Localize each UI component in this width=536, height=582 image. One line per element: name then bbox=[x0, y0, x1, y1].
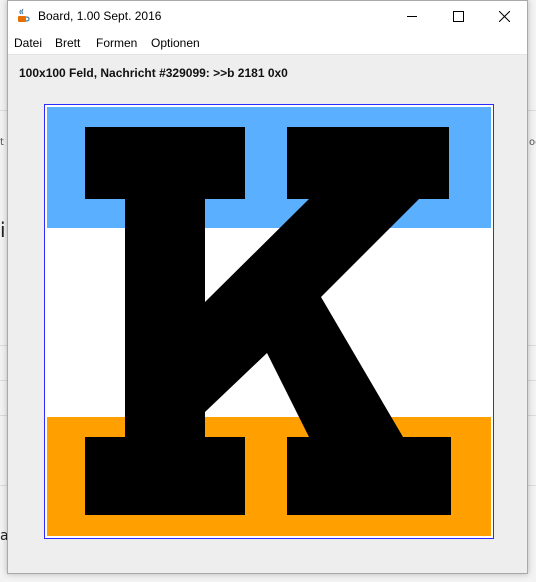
java-cup-icon bbox=[15, 8, 31, 24]
window-title: Board, 1.00 Sept. 2016 bbox=[38, 9, 162, 23]
board-canvas[interactable] bbox=[44, 104, 494, 539]
menu-datei[interactable]: Datei bbox=[14, 36, 42, 50]
minimize-icon bbox=[406, 7, 418, 26]
minimize-button[interactable] bbox=[389, 1, 435, 32]
status-message: 100x100 Feld, Nachricht #329099: >>b 218… bbox=[19, 66, 288, 80]
close-icon bbox=[498, 7, 510, 26]
maximize-button[interactable] bbox=[435, 1, 481, 32]
bg-fragment: t bbox=[0, 137, 4, 148]
title-bar[interactable]: Board, 1.00 Sept. 2016 bbox=[8, 1, 527, 32]
menu-bar: Datei Brett Formen Optionen bbox=[8, 32, 527, 55]
menu-formen[interactable]: Formen bbox=[96, 36, 137, 50]
menu-optionen[interactable]: Optionen bbox=[151, 36, 200, 50]
close-button[interactable] bbox=[481, 1, 527, 32]
board-drawing bbox=[47, 107, 491, 536]
bg-fragment: oe bbox=[529, 137, 536, 148]
menu-brett[interactable]: Brett bbox=[55, 36, 80, 50]
board-window: Board, 1.00 Sept. 2016 Datei Brett Forme… bbox=[7, 0, 528, 574]
maximize-icon bbox=[452, 7, 464, 26]
